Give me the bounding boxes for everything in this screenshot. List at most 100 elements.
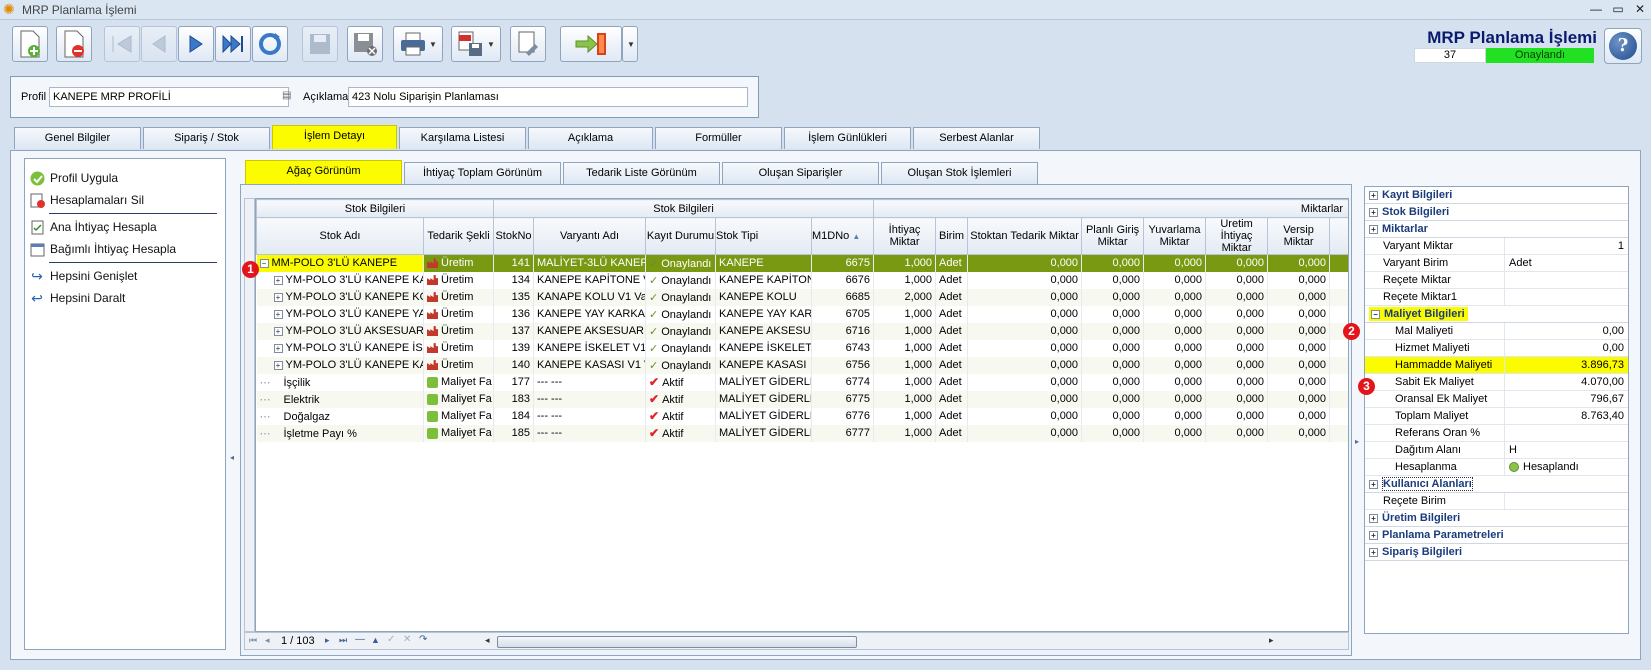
cell-s4[interactable]: 0,000 [1205, 305, 1269, 323]
new-record-button[interactable] [12, 26, 48, 62]
calculate-dependent-need-action[interactable]: Bağımlı İhtiyaç Hesapla [25, 238, 225, 260]
cell-s5[interactable]: 0,000 [1267, 339, 1331, 357]
tab-ihtiyac-toplam[interactable]: İhtiyaç Toplam Görünüm [404, 162, 561, 184]
category-uretim-bilgileri[interactable]: + Üretim Bilgileri [1365, 510, 1628, 527]
maximize-icon[interactable]: ▭ [1606, 0, 1630, 18]
cell-s4[interactable]: 0,000 [1205, 339, 1269, 357]
column-header[interactable]: Stok Adı [256, 217, 424, 255]
cell-supply[interactable]: Maliyet Fa [423, 390, 494, 408]
cell-s4[interactable]: 0,000 [1205, 424, 1269, 442]
column-header[interactable]: Tedarik Şekli [423, 217, 494, 255]
cell-stokno[interactable]: 134 [493, 271, 534, 289]
cell-name[interactable]: ⋯ İşçilik [256, 373, 424, 391]
cell-s4[interactable]: 0,000 [1205, 390, 1269, 408]
cell-variant[interactable]: --- --- [533, 424, 646, 442]
tab-olusan-stok-islemleri[interactable]: Oluşan Stok İşlemleri [881, 162, 1038, 184]
cell-state[interactable]: ✓ Onaylandı [645, 254, 716, 272]
cell-supply[interactable]: Üretim [423, 254, 494, 272]
category-kayit-bilgileri[interactable]: + Kayıt Bilgileri [1365, 187, 1628, 204]
cell-stokno[interactable]: 139 [493, 339, 534, 357]
cell-unit[interactable]: Adet [935, 390, 969, 408]
cell-stokno[interactable]: 140 [493, 356, 534, 374]
cell-type[interactable]: KANEPE İSKELETİ [715, 339, 812, 357]
property-row[interactable]: Varyant Miktar 1 [1365, 238, 1628, 255]
cell-variant[interactable]: MALİYET-3LÜ KANEPE [533, 254, 646, 272]
expand-icon[interactable]: + [273, 292, 283, 302]
table-row[interactable]: +YM-POLO 3'LÜ KANEPE KASAÜretim140KANEPE… [256, 356, 1348, 374]
cell-name[interactable]: ⋯ İşletme Payı % [256, 424, 424, 442]
cell-filler[interactable] [1329, 373, 1348, 391]
cell-need[interactable]: 1,000 [873, 424, 937, 442]
cell-m1dno[interactable]: 6775 [811, 390, 875, 408]
cell-supply[interactable]: Üretim [423, 322, 494, 340]
expand-icon[interactable]: + [273, 275, 283, 285]
tab-serbest-alanlar[interactable]: Serbest Alanlar [913, 127, 1040, 149]
cell-s1[interactable]: 0,000 [967, 390, 1083, 408]
cell-state[interactable]: ✓ Onaylandı [645, 271, 716, 289]
cell-supply[interactable]: Üretim [423, 339, 494, 357]
property-row[interactable]: Referans Oran % [1365, 425, 1628, 442]
cell-need[interactable]: 1,000 [873, 271, 937, 289]
tab-agac-gorunum[interactable]: Ağaç Görünüm [245, 160, 402, 184]
column-header[interactable]: Varyantı Adı [533, 217, 646, 255]
cell-s4[interactable]: 0,000 [1205, 254, 1269, 272]
nav-last-icon[interactable]: ⏭ [339, 635, 347, 646]
property-row[interactable]: Mal Maliyeti 0,00 [1365, 323, 1628, 340]
cell-s4[interactable]: 0,000 [1205, 356, 1269, 374]
nav-insert-icon[interactable]: — [355, 634, 365, 645]
lookup-icon[interactable]: ▤ [282, 90, 291, 101]
cell-m1dno[interactable]: 6774 [811, 373, 875, 391]
export-pdf-button[interactable]: ▼ [451, 26, 501, 62]
tab-genel-bilgiler[interactable]: Genel Bilgiler [14, 127, 141, 149]
cell-state[interactable]: ✓ Onaylandı [645, 288, 716, 306]
cell-s1[interactable]: 0,000 [967, 254, 1083, 272]
help-button[interactable]: ? [1604, 28, 1642, 64]
cell-state[interactable]: ✓ Onaylandı [645, 339, 716, 357]
nav-next-icon[interactable]: ▸ [325, 635, 330, 646]
expand-icon[interactable]: + [273, 309, 283, 319]
column-header[interactable]: İhtiyaç Miktar [873, 217, 937, 255]
cell-unit[interactable]: Adet [935, 322, 969, 340]
cell-unit[interactable]: Adet [935, 254, 969, 272]
cell-stokno[interactable]: 136 [493, 305, 534, 323]
save-close-button[interactable] [347, 26, 383, 62]
tab-olusan-siparisler[interactable]: Oluşan Siparişler [722, 162, 879, 184]
cell-name[interactable]: + YM-POLO 3'LÜ KANEPE YAY [256, 305, 424, 323]
cell-s5[interactable]: 0,000 [1267, 373, 1331, 391]
cell-need[interactable]: 1,000 [873, 390, 937, 408]
cell-s2[interactable]: 0,000 [1081, 254, 1145, 272]
cell-variant[interactable]: KANEPE KASASI V1 Va [533, 356, 646, 374]
cell-m1dno[interactable]: 6756 [811, 356, 875, 374]
cell-need[interactable]: 1,000 [873, 254, 937, 272]
cell-s1[interactable]: 0,000 [967, 305, 1083, 323]
cell-variant[interactable]: --- --- [533, 390, 646, 408]
cell-m1dno[interactable]: 6716 [811, 322, 875, 340]
collapse-all-action[interactable]: ↩ Hepsini Daralt [25, 287, 225, 309]
tab-karsilama-listesi[interactable]: Karşılama Listesi [399, 127, 526, 149]
calculate-main-need-action[interactable]: Ana İhtiyaç Hesapla [25, 216, 225, 238]
cell-stokno[interactable]: 185 [493, 424, 534, 442]
property-row[interactable]: Reçete Birim [1365, 493, 1628, 510]
cell-state[interactable]: ✔ Aktif [645, 390, 716, 408]
cell-state[interactable]: ✓ Onaylandı [645, 322, 716, 340]
cell-s5[interactable]: 0,000 [1267, 407, 1331, 425]
cell-need[interactable]: 2,000 [873, 288, 937, 306]
cell-filler[interactable] [1329, 339, 1348, 357]
cell-s2[interactable]: 0,000 [1081, 373, 1145, 391]
cell-stokno[interactable]: 135 [493, 288, 534, 306]
property-row[interactable]: Hammadde Maliyeti 3.896,73 [1365, 357, 1628, 374]
cell-m1dno[interactable]: 6685 [811, 288, 875, 306]
property-row[interactable]: Oransal Ek Maliyet 796,67 [1365, 391, 1628, 408]
cell-need[interactable]: 1,000 [873, 322, 937, 340]
cell-name[interactable]: + YM-POLO 3'LÜ KANEPE KOL [256, 288, 424, 306]
cell-s2[interactable]: 0,000 [1081, 339, 1145, 357]
cell-s4[interactable]: 0,000 [1205, 322, 1269, 340]
column-header[interactable]: Planlı Giriş Miktar [1081, 217, 1145, 255]
cell-unit[interactable]: Adet [935, 373, 969, 391]
cell-unit[interactable]: Adet [935, 356, 969, 374]
cell-name[interactable]: + YM-POLO 3'LÜ KANEPE KAPİ [256, 271, 424, 289]
cell-supply[interactable]: Maliyet Fa [423, 373, 494, 391]
cell-variant[interactable]: KANEPE YAY KARKASI [533, 305, 646, 323]
column-header[interactable]: Uretim İhtiyaç Miktar [1205, 217, 1269, 255]
next-record-button[interactable] [178, 26, 214, 62]
